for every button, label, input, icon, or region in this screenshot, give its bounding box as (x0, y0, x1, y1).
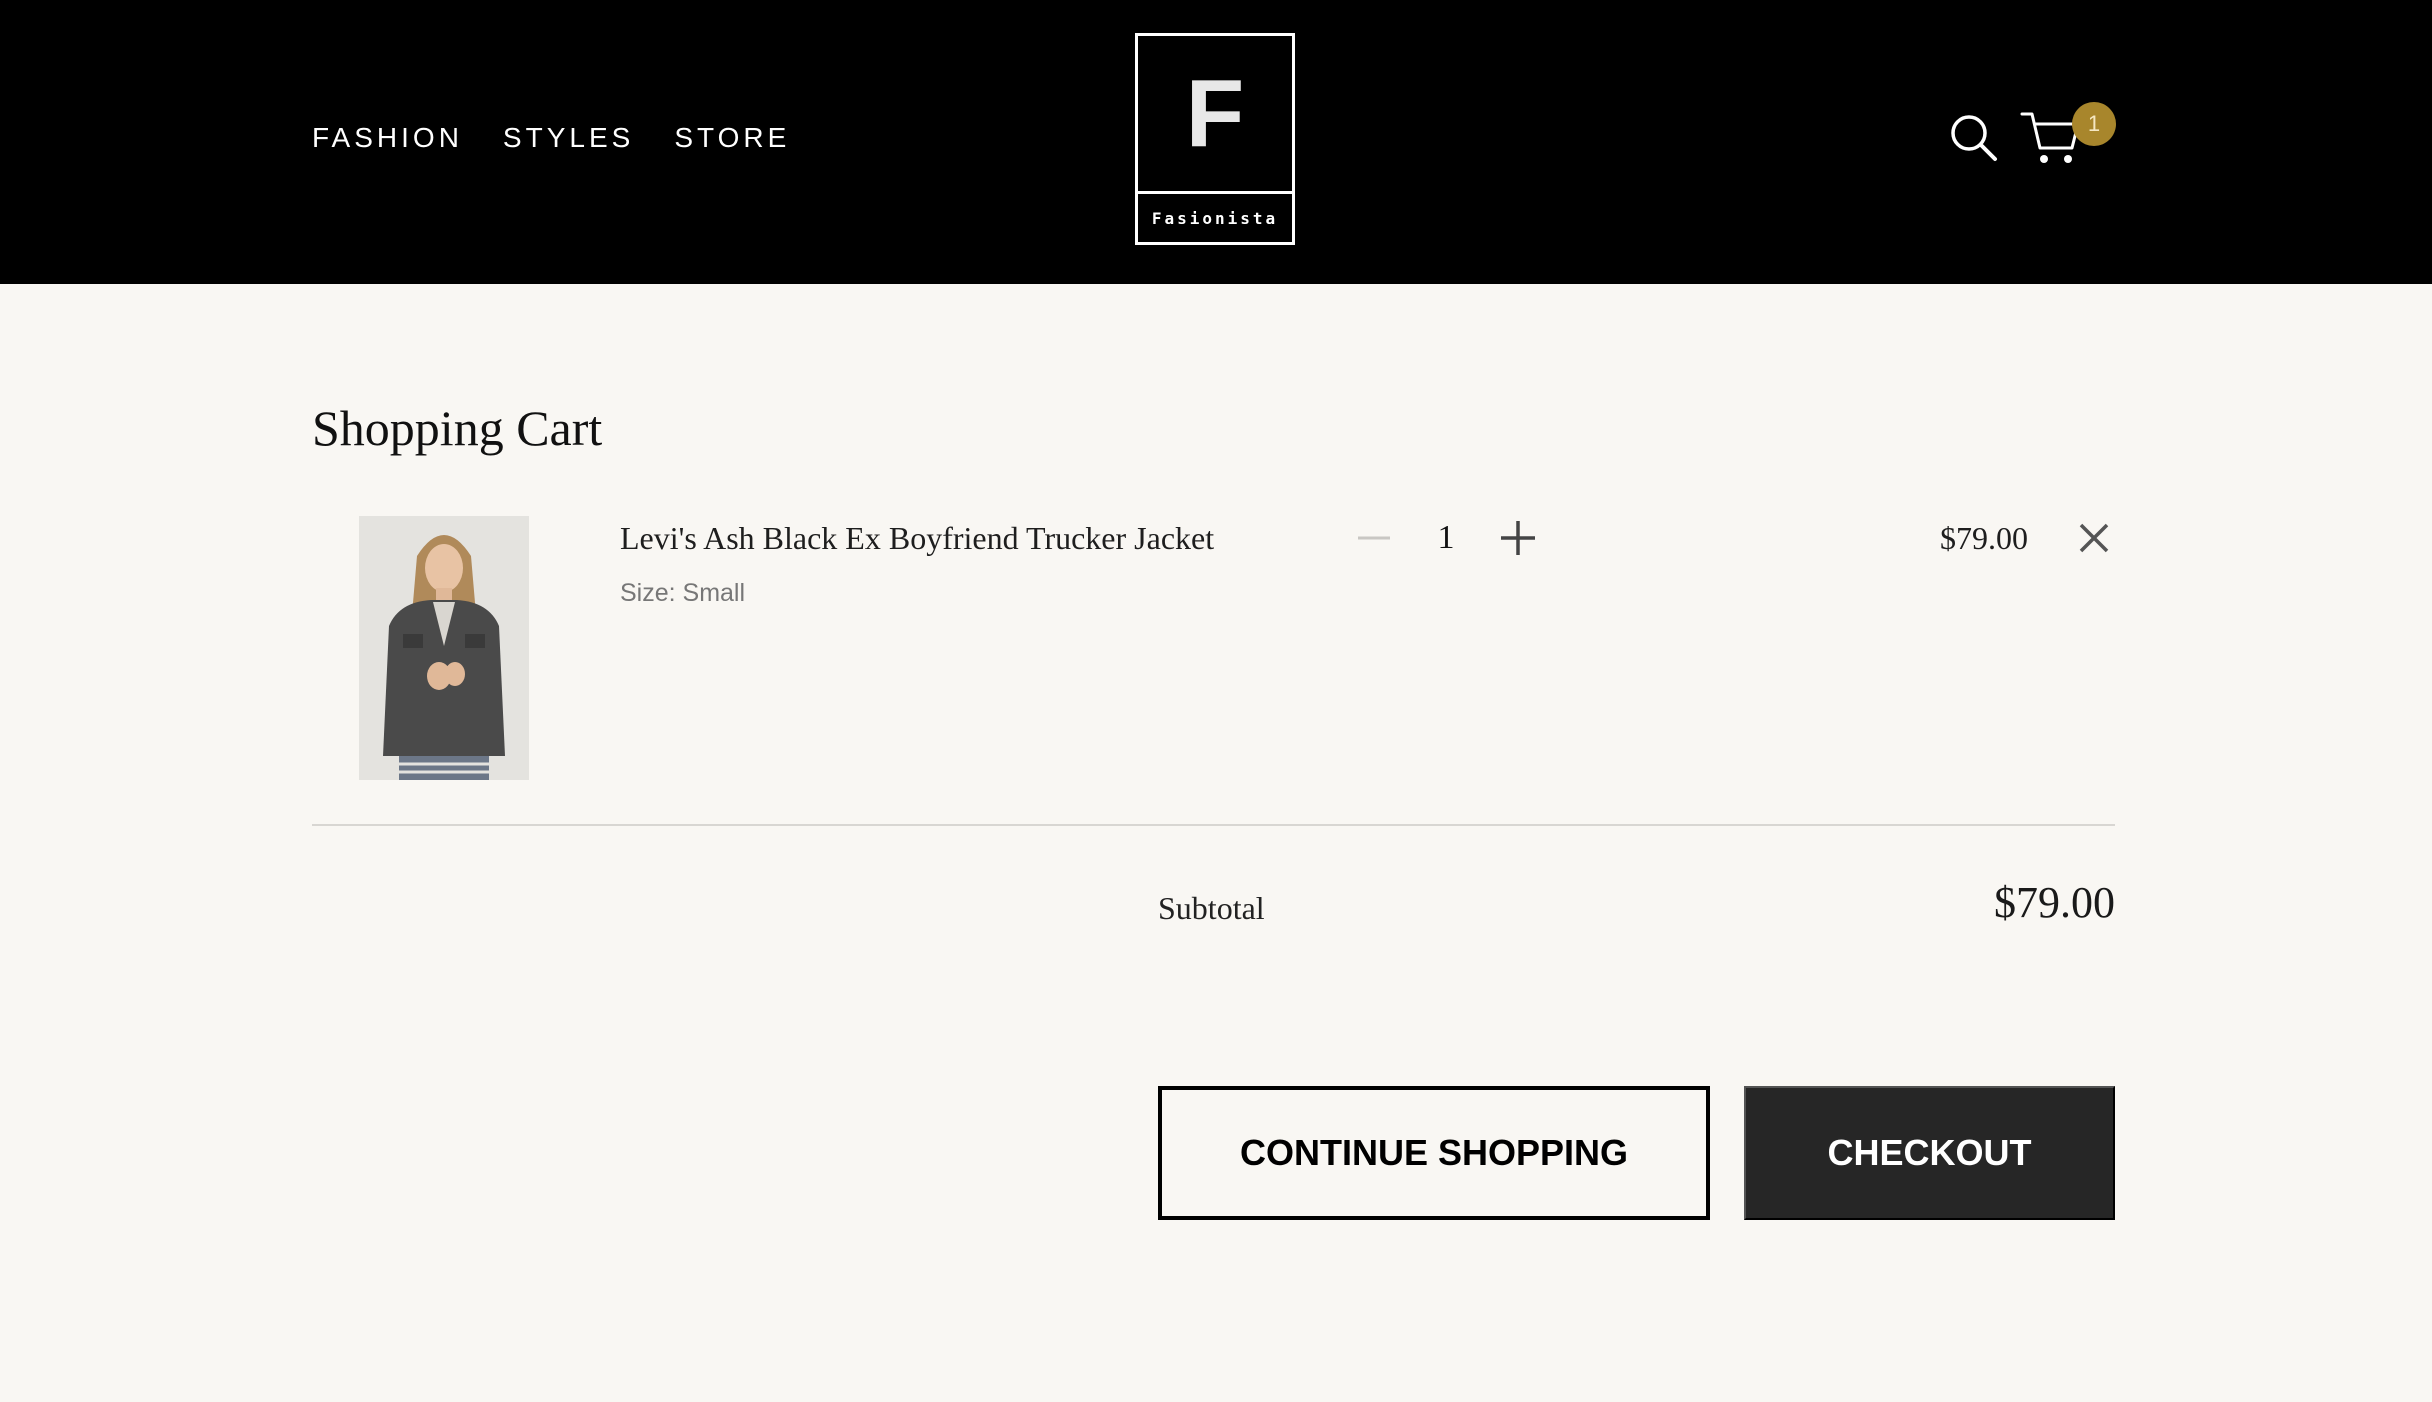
remove-item-icon[interactable] (2076, 520, 2112, 556)
main-nav: FASHION STYLES STORE (312, 118, 790, 158)
continue-shopping-button[interactable]: CONTINUE SHOPPING (1158, 1086, 1710, 1220)
brand-logo[interactable]: F Fasionista (1135, 33, 1295, 245)
page-title: Shopping Cart (312, 400, 603, 456)
product-size: Size: Small (620, 579, 746, 607)
subtotal-value: $79.00 (1994, 878, 2115, 927)
increase-quantity-button[interactable] (1498, 518, 1538, 558)
cart-divider (312, 824, 2115, 826)
nav-store[interactable]: STORE (674, 118, 790, 158)
product-name[interactable]: Levi's Ash Black Ex Boyfriend Trucker Ja… (620, 518, 1214, 558)
logo-letter: F (1185, 59, 1245, 167)
decrease-quantity-button[interactable] (1354, 518, 1394, 558)
subtotal-label: Subtotal (1158, 890, 1265, 926)
logo-mark: F (1138, 36, 1292, 191)
checkout-button[interactable]: CHECKOUT (1744, 1086, 2115, 1220)
quantity-value: 1 (1437, 519, 1455, 556)
search-icon[interactable] (1948, 112, 2000, 164)
product-image[interactable] (359, 516, 529, 780)
logo-wordmark: Fasionista (1151, 208, 1279, 228)
nav-styles[interactable]: STYLES (503, 118, 634, 158)
site-header: FASHION STYLES STORE F Fasionista 1 (0, 0, 2432, 284)
nav-fashion[interactable]: FASHION (312, 118, 463, 158)
cart-count-badge: 1 (2072, 102, 2116, 146)
item-price: $79.00 (1940, 520, 2028, 556)
